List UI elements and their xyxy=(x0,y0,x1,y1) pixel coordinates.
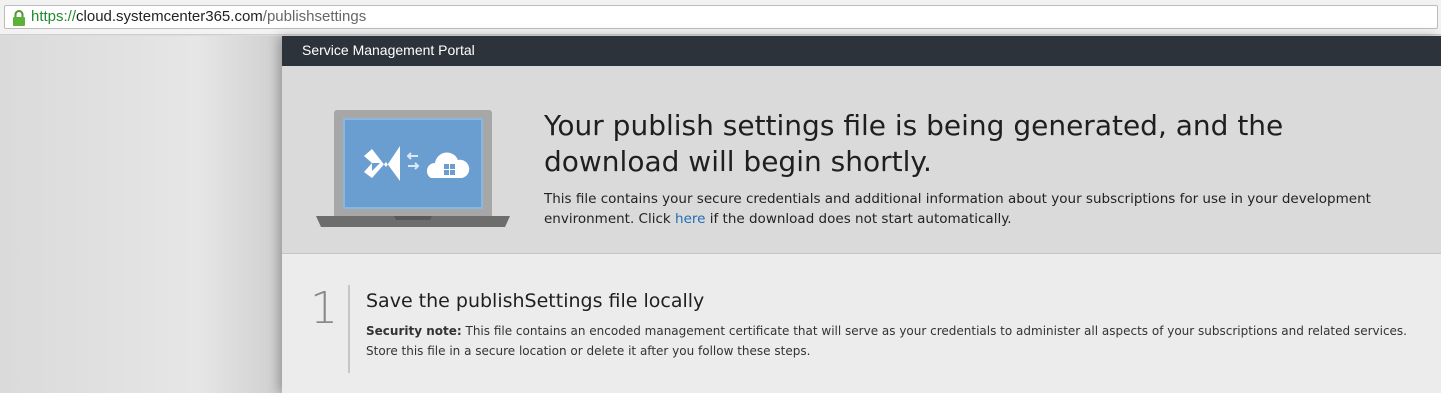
step-1: 1 Save the publishSettings file locally … xyxy=(282,255,1441,393)
manual-download-link[interactable]: here xyxy=(675,211,705,227)
browser-address-bar: https://cloud.systemcenter365.com/publis… xyxy=(0,0,1441,35)
url-field[interactable]: https://cloud.systemcenter365.com/publis… xyxy=(4,5,1438,29)
url-text: https://cloud.systemcenter365.com/publis… xyxy=(31,8,367,25)
lock-icon xyxy=(13,10,25,26)
left-background-pane xyxy=(0,36,282,393)
security-note: Security note: This file contains an enc… xyxy=(366,324,1407,358)
step-divider xyxy=(348,285,350,373)
hero-description: This file contains your secure credentia… xyxy=(544,191,1371,227)
hero-banner: Your publish settings file is being gene… xyxy=(282,66,1441,254)
portal-header-bar: Service Management Portal xyxy=(282,36,1441,66)
security-note-label: Security note: xyxy=(366,324,462,338)
portal-page: Service Management Portal Your publish s… xyxy=(282,36,1441,393)
step-title: Save the publishSettings file locally xyxy=(366,290,705,312)
portal-title: Service Management Portal xyxy=(302,42,475,58)
laptop-visual-studio-cloud-icon xyxy=(316,110,510,227)
step-number: 1 xyxy=(310,283,338,334)
hero-title: Your publish settings file is being gene… xyxy=(544,109,1284,178)
